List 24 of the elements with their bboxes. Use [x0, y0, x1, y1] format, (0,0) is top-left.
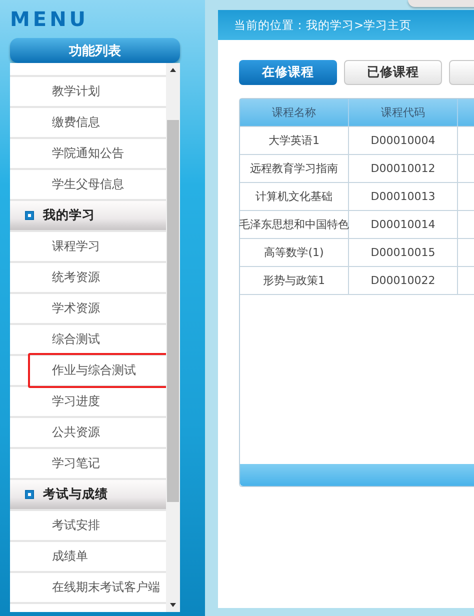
table-cell: D00010022 — [349, 267, 458, 294]
table-cell: 远程教育学习指南 — [240, 155, 349, 182]
menu-logo: MENU — [10, 9, 89, 29]
table-cell: D00010015 — [349, 239, 458, 266]
menu-section[interactable]: 我的学习 — [10, 201, 166, 232]
table-cell: D00010013 — [349, 183, 458, 210]
menu-section[interactable]: 考试与成绩 — [10, 480, 166, 511]
table-cell: D00010012 — [349, 155, 458, 182]
table-cell: 大学英语1 — [240, 127, 349, 154]
column-header: 课程名称 — [240, 99, 349, 126]
table-cell: 形势与政策1 — [240, 267, 349, 294]
breadcrumb: 当前的位置：我的学习>学习主页 — [218, 10, 474, 40]
tab[interactable]: 已修课程 — [344, 60, 442, 85]
scrollbar[interactable] — [166, 63, 180, 612]
table-cell: 高等数学(1) — [240, 239, 349, 266]
bullet-icon — [26, 212, 33, 219]
column-header: 课程代码 — [349, 99, 458, 126]
table-cell: D00010004 — [349, 127, 458, 154]
menu-header: 功能列表 — [10, 38, 180, 63]
tab[interactable]: 在修课程 — [239, 60, 337, 85]
table-cell: D00010014 — [349, 211, 458, 238]
table-cell: 计算机文化基础 — [240, 183, 349, 210]
bullet-icon — [26, 491, 33, 498]
table-cell: 毛泽东思想和中国特色 — [240, 211, 349, 238]
